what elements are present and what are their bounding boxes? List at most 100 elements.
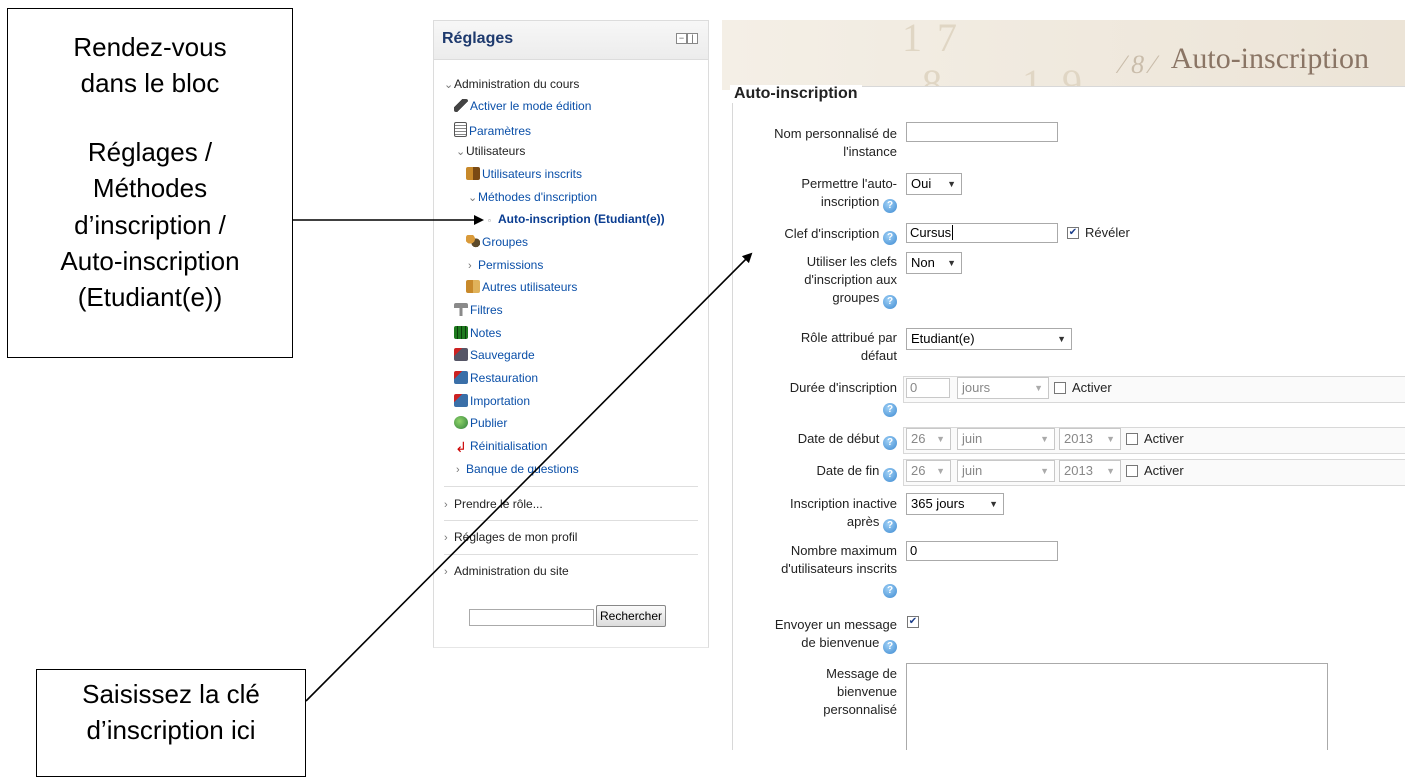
default-role-select[interactable]: Etudiant(e) ▼ [906,328,1072,350]
main-panel: 1 7 8 1 9 ⁄ 8 ⁄ Auto-inscription Auto-in… [722,20,1405,750]
tree-item-reset[interactable]: ↲ Réinitialisation [454,439,547,454]
help-icon[interactable]: ? [883,640,897,654]
callout-text: Rendez-vous [73,32,227,62]
chevron-down-icon: ⌄ [468,192,478,204]
start-year-select[interactable]: 2013 ▼ [1059,428,1121,450]
dropdown-arrow-icon: ▼ [989,499,998,509]
pencil-icon [454,99,468,112]
divider [444,520,698,521]
callout-text: d’inscription ici [86,715,256,746]
end-year-select[interactable]: 2013 ▼ [1059,460,1121,482]
help-icon[interactable]: ? [883,468,897,482]
duration-label: Durée d'inscription? [789,380,897,417]
filter-icon [454,303,468,316]
divider [444,486,698,487]
tree-item-parameters[interactable]: Paramètres [454,122,531,139]
tree-item-switch-role[interactable]: › Prendre le rôle... [444,497,543,513]
duration-enable-label: Activer [1072,380,1112,395]
tree-item-import[interactable]: Importation [454,394,530,409]
callout-text: Méthodes [92,173,208,204]
end-date-enable-label: Activer [1144,463,1184,478]
duration-input[interactable]: 0 [906,378,950,398]
tree-item-permissions[interactable]: › Permissions [468,258,543,274]
search-button[interactable]: Rechercher [596,605,667,627]
document-icon [454,122,467,137]
enrol-key-input[interactable]: Cursus [906,223,1058,243]
reveal-checkbox[interactable]: ✔ [1067,227,1079,239]
end-day-select[interactable]: 26 ▼ [906,460,951,482]
tree-item-restore[interactable]: Restauration [454,371,538,386]
dropdown-arrow-icon: ▼ [1106,434,1115,444]
tree-item-grades[interactable]: Notes [454,326,501,341]
dock-icon[interactable]: | [687,33,698,44]
collapse-icon[interactable]: − [676,33,687,44]
callout-text: Auto-inscription [60,245,240,276]
tree-item-course-admin[interactable]: ⌄Administration du cours [444,77,579,93]
chevron-down-icon: ⌄ [456,146,466,158]
tree-item-self-enrol[interactable]: ▫ Auto-inscription (Etudiant(e)) [488,212,665,228]
tree-item-other-users[interactable]: Autres utilisateurs [466,280,577,295]
tree-item-enrolled-users[interactable]: Utilisateurs inscrits [466,167,582,182]
help-icon[interactable]: ? [883,295,897,309]
dropdown-arrow-icon: ▼ [1040,434,1049,444]
tree-item-publish[interactable]: Publier [454,416,507,431]
start-month-select[interactable]: juin ▼ [957,428,1055,450]
help-icon[interactable]: ? [883,436,897,450]
duration-enable-checkbox[interactable] [1054,382,1066,394]
divider [444,554,698,555]
page-banner: 1 7 8 1 9 ⁄ 8 ⁄ Auto-inscription [722,20,1405,90]
group-keys-select[interactable]: Non ▼ [906,252,962,274]
start-date-label: Date de début ? [733,430,897,450]
tree-item-backup[interactable]: Sauvegarde [454,348,535,363]
chevron-right-icon: › [444,532,448,544]
custom-message-textarea[interactable] [906,663,1328,750]
settings-block: Réglages − | ⌄Administration du cours Act… [433,20,709,648]
tree-item-edit-mode[interactable]: Activer le mode édition [454,99,591,114]
tree-item-groups[interactable]: Groupes [466,235,528,250]
chevron-right-icon: › [444,499,448,511]
settings-search-input[interactable] [469,609,594,626]
reveal-label: Révéler [1085,225,1130,240]
callout-text: Réglages / [87,136,213,167]
tree-item-users[interactable]: ⌄Utilisateurs [456,144,525,160]
group-icon [466,235,480,248]
page-title: Auto-inscription [1170,42,1369,75]
welcome-checkbox[interactable]: ✔ [907,616,919,628]
dropdown-arrow-icon: ▼ [1057,334,1066,344]
help-icon[interactable]: ? [883,403,897,417]
help-icon[interactable]: ? [883,519,897,533]
tree-item-filters[interactable]: Filtres [454,303,503,318]
duration-unit-select[interactable]: jours ▼ [957,377,1049,399]
import-icon [454,394,468,407]
inactive-after-select[interactable]: 365 jours ▼ [906,493,1004,515]
custom-name-label: Nom personnalisé de l'instance [774,126,897,159]
restore-icon [454,371,468,384]
group-keys-label: Utiliser les clefs d'inscription aux group… [804,254,897,309]
start-day-select[interactable]: 26 ▼ [906,428,951,450]
callout-text: d’inscription / [74,209,226,240]
custom-message-label: Message de bienvenue personnalisé [823,666,897,717]
settings-header: Réglages − | [434,21,708,60]
start-date-enable-checkbox[interactable] [1126,433,1138,445]
end-date-label: Date de fin ? [733,462,897,482]
allow-self-label: Permettre l'auto-inscription ? [801,176,897,213]
tree-item-question-bank[interactable]: › Banque de questions [456,462,579,478]
reset-arrow-icon: ↲ [455,439,467,455]
end-date-enable-checkbox[interactable] [1126,465,1138,477]
tree-item-my-profile[interactable]: › Réglages de mon profil [444,530,577,546]
globe-icon [454,416,468,429]
tree-item-site-admin[interactable]: › Administration du site [444,564,569,580]
other-users-icon [466,280,480,293]
help-icon[interactable]: ? [883,199,897,213]
backup-icon [454,348,468,361]
help-icon[interactable]: ? [883,584,897,598]
dropdown-arrow-icon: ▼ [936,434,945,444]
end-month-select[interactable]: juin ▼ [957,460,1055,482]
help-icon[interactable]: ? [883,231,897,245]
max-users-input[interactable]: 0 [906,541,1058,561]
max-users-label: Nombre maximum d'utilisateurs inscrits? [781,543,897,598]
allow-self-select[interactable]: Oui ▼ [906,173,962,195]
tree-item-enrol-methods[interactable]: ⌄Méthodes d'inscription [468,190,597,206]
custom-name-input[interactable] [906,122,1058,142]
chevron-right-icon: › [456,464,460,476]
